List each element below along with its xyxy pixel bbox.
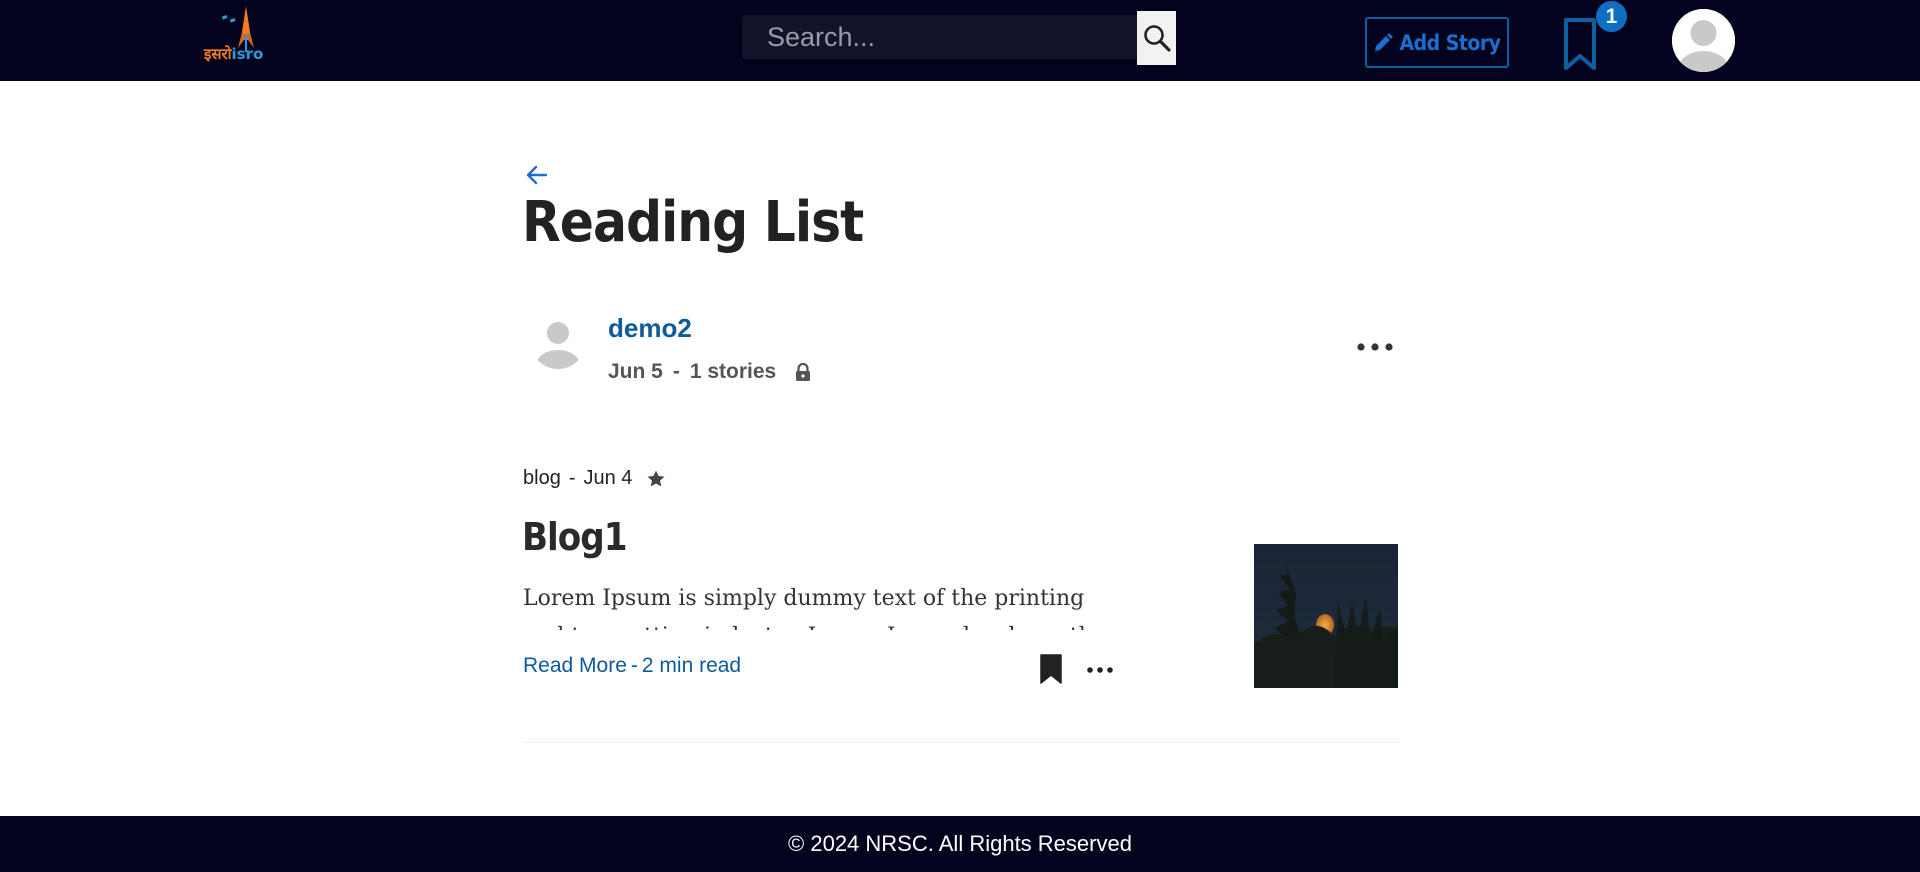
arrow-left-icon [526, 165, 548, 185]
more-horizontal-icon [1357, 343, 1393, 351]
list-meta-separator: - [672, 360, 680, 383]
copyright-text: © 2024 NRSC. All Rights Reserved [788, 831, 1132, 856]
logo-english-text: isro [231, 45, 264, 63]
add-story-button[interactable]: Add Story [1365, 17, 1509, 68]
pencil-icon [1375, 32, 1394, 51]
user-placeholder-icon [1672, 9, 1735, 72]
list-meta: Jun 5 - 1 stories [608, 360, 812, 384]
add-story-label: Add Story [1399, 30, 1501, 55]
isro-logo[interactable]: इसरोisro [204, 4, 284, 68]
story-date: Jun 4 [583, 467, 633, 489]
logo-hindi-text: इसरो [204, 45, 232, 63]
bookmark-count-badge: 1 [1596, 1, 1627, 32]
list-date: Jun 5 [608, 360, 663, 383]
search-bar [742, 11, 1176, 65]
list-owner-link[interactable]: demo2 [608, 313, 692, 344]
read-more-link[interactable]: Read More [523, 654, 627, 678]
story-thumbnail[interactable] [1254, 544, 1398, 688]
search-input[interactable] [742, 15, 1138, 59]
back-button[interactable] [524, 162, 550, 188]
story-footer: Read More - 2 min read [523, 654, 741, 678]
page-title: Reading List [522, 190, 864, 255]
story-bookmark-button[interactable] [1038, 653, 1064, 685]
star-icon [647, 470, 665, 486]
user-avatar[interactable] [1672, 9, 1735, 72]
story-excerpt: Lorem Ipsum is simply dummy text of the … [523, 586, 1106, 630]
story-footer-separator: - [630, 654, 638, 677]
page-footer: © 2024 NRSC. All Rights Reserved [0, 816, 1920, 872]
logo-wordmark: इसरोisro [204, 44, 263, 64]
story-title[interactable]: Blog1 [522, 515, 628, 559]
list-owner-avatar[interactable] [530, 313, 586, 369]
story-category[interactable]: blog [523, 467, 561, 490]
story-meta: blog - Jun 4 [523, 467, 666, 490]
list-more-options-button[interactable] [1355, 332, 1395, 362]
story-thumbnail-image [1254, 544, 1398, 688]
list-stories-count: 1 stories [689, 360, 777, 383]
lock-icon [796, 362, 811, 381]
top-navbar: इसरोisro Add Story 1 [0, 0, 1920, 81]
search-icon [1143, 25, 1171, 52]
search-button[interactable] [1137, 11, 1176, 65]
user-placeholder-icon [536, 322, 580, 369]
story-divider [523, 742, 1398, 743]
read-time: 2 min read [641, 654, 742, 677]
bookmark-filled-icon [1040, 654, 1062, 684]
story-meta-separator: - [568, 467, 576, 489]
story-more-options-button[interactable] [1086, 660, 1114, 680]
more-horizontal-icon [1087, 667, 1113, 673]
